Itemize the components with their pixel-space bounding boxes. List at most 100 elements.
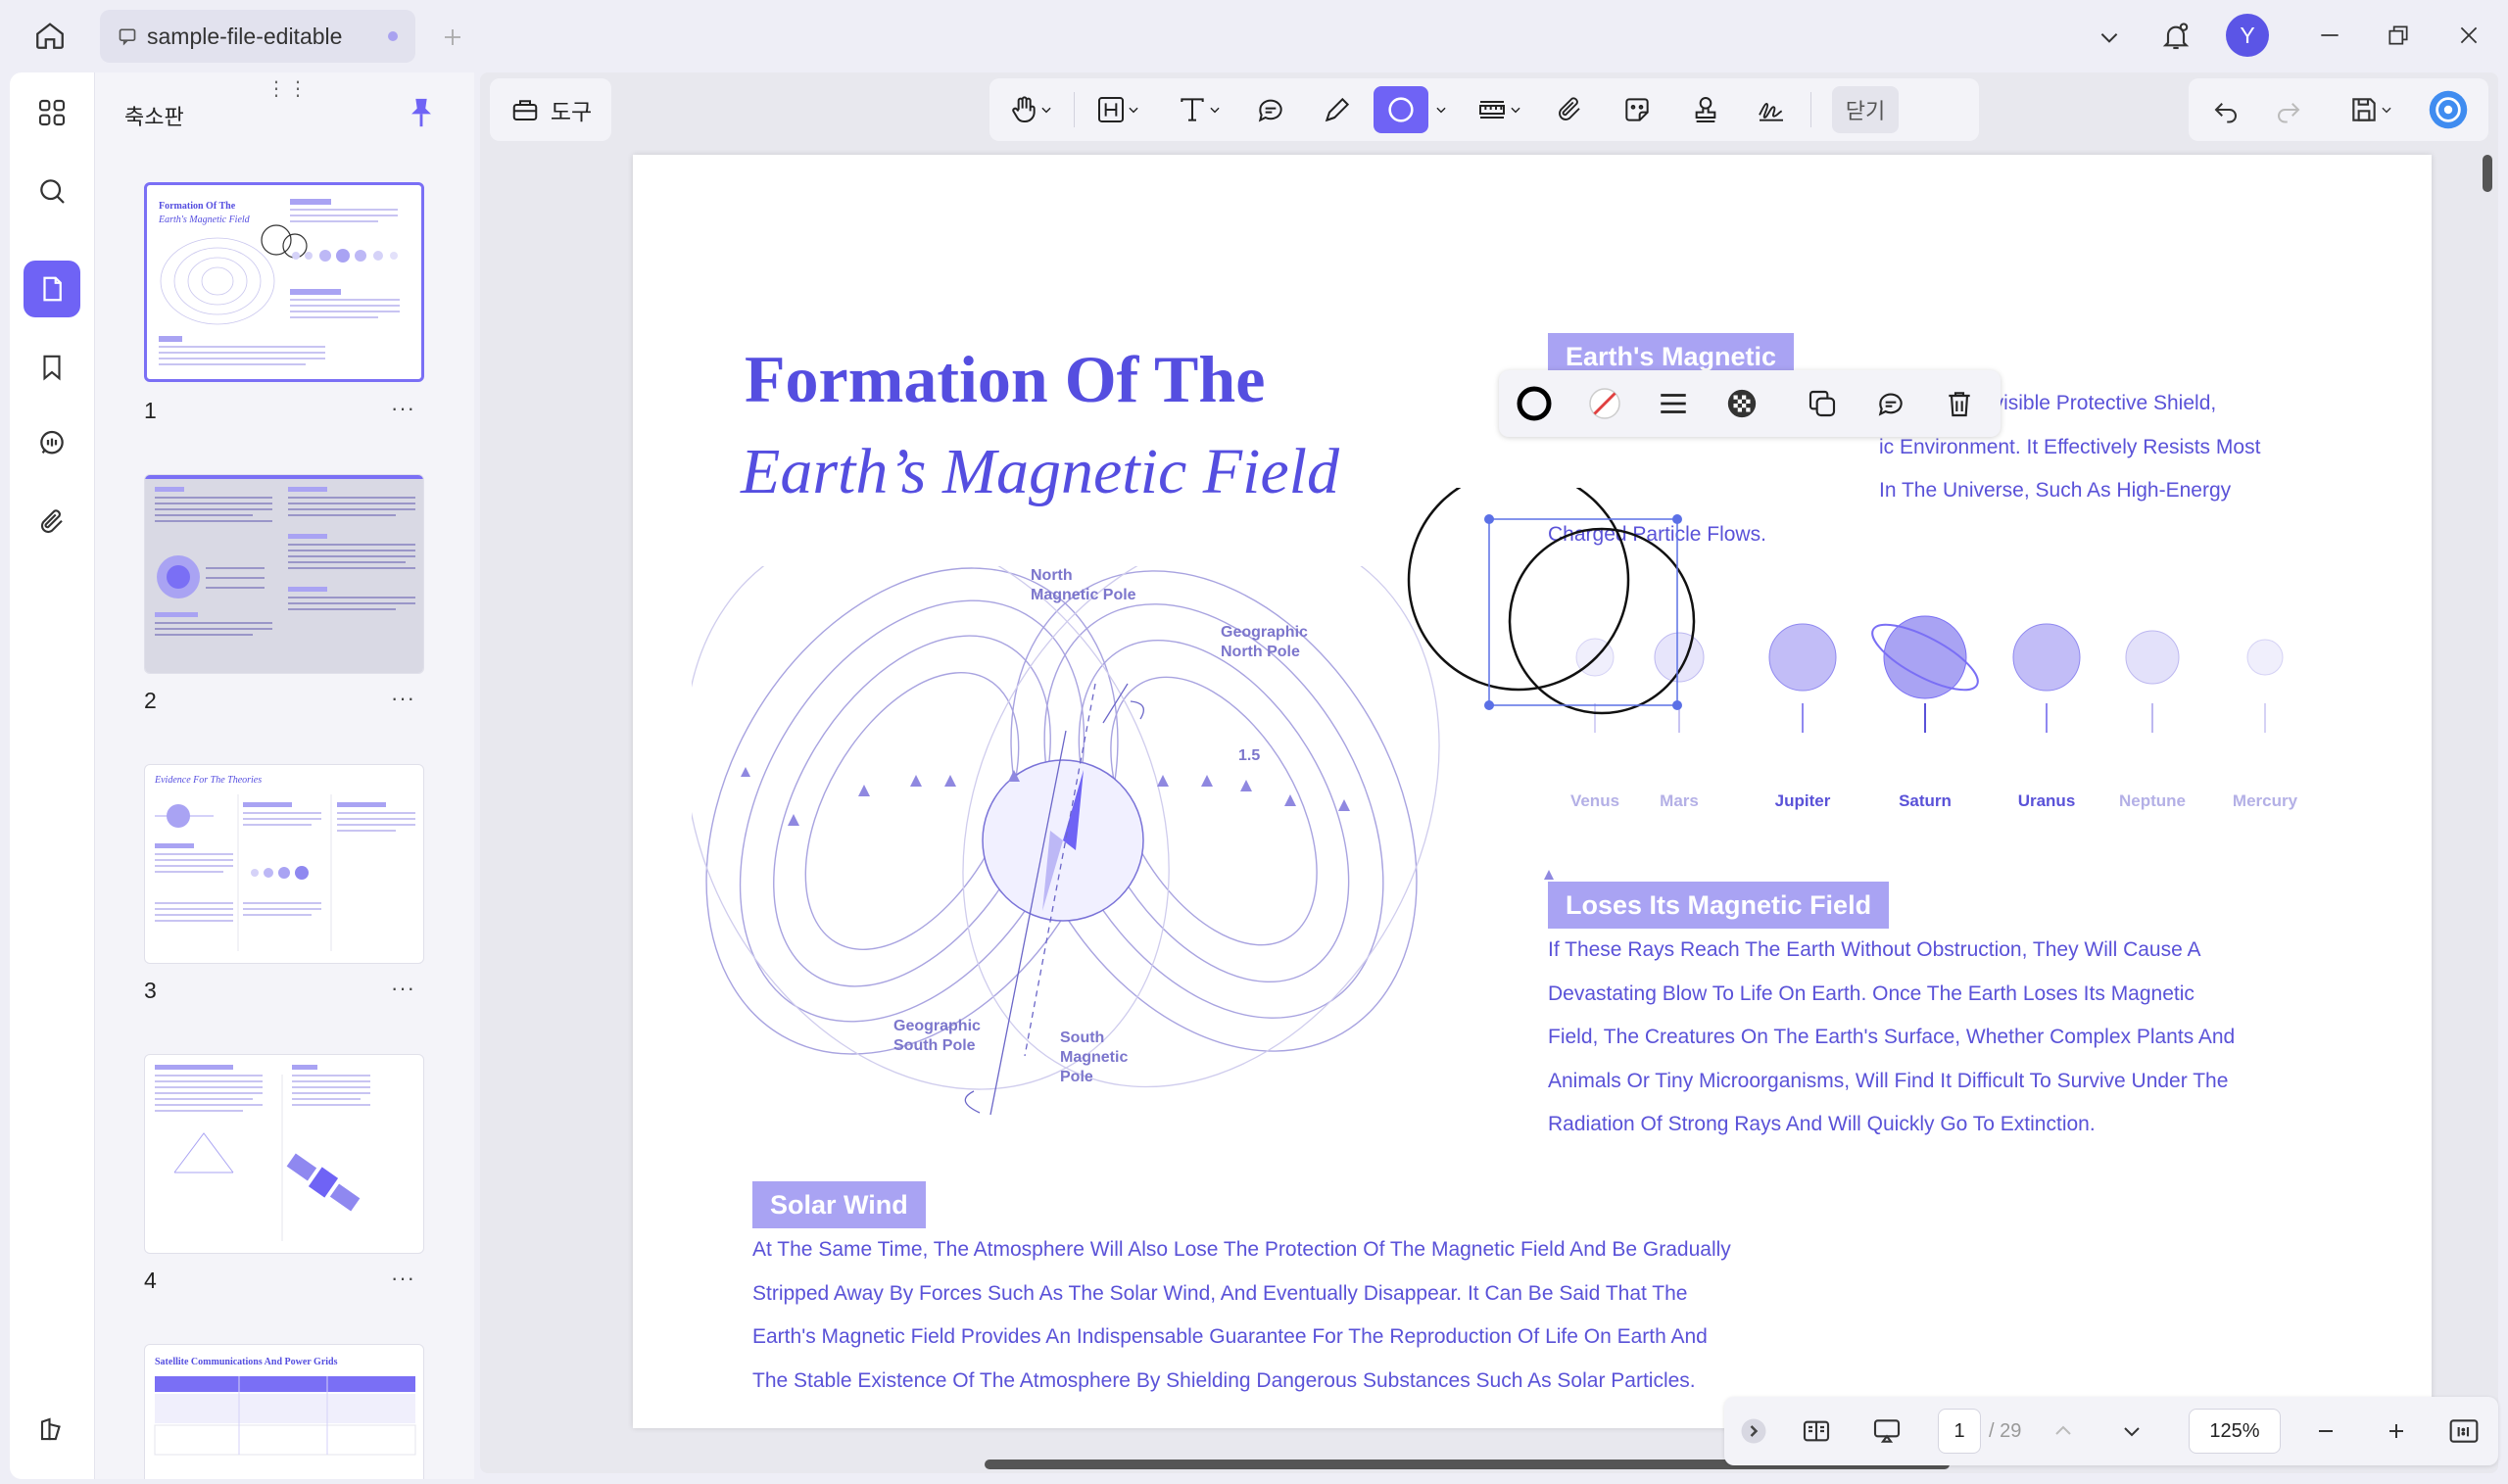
zoom-level[interactable]: 125% [2189, 1409, 2281, 1454]
zoom-in-button[interactable] [2375, 1409, 2418, 1454]
delete-button[interactable] [1936, 380, 1983, 427]
south-magnetic-pole-label: South Magnetic Pole [1060, 1029, 1129, 1085]
close-window-button[interactable] [2447, 16, 2490, 55]
close-toolbar-button[interactable]: 닫기 [1832, 86, 1899, 133]
tools-button[interactable]: 도구 [490, 78, 611, 141]
plus-icon [2389, 1424, 2403, 1438]
ai-assistant-button[interactable] [2422, 86, 2475, 133]
page-thumbnail-2[interactable] [144, 474, 424, 674]
page-more-button-4[interactable]: ··· [391, 1266, 415, 1291]
page-icon [43, 276, 62, 302]
shape-tool-button[interactable] [1374, 86, 1428, 133]
new-tab-button[interactable] [433, 18, 472, 57]
rail-bookmarks-button[interactable] [24, 339, 80, 396]
line-weight-icon [1661, 394, 1686, 413]
save-button[interactable] [2336, 86, 2406, 133]
thumb3-title: Evidence For The Theories [154, 775, 262, 786]
rail-comments-button[interactable] [24, 415, 80, 472]
signature-tool-button[interactable] [1744, 86, 1799, 133]
measure-tool-button[interactable] [1464, 86, 1534, 133]
current-page-input[interactable]: 1 [1938, 1409, 1981, 1454]
pin-panel-button[interactable] [405, 94, 440, 133]
search-icon [40, 179, 65, 204]
zoom-out-button[interactable] [2304, 1409, 2347, 1454]
bell-icon [2162, 23, 2190, 50]
text-box-icon [1098, 97, 1124, 122]
minimize-icon [2321, 34, 2339, 36]
page-thumbnail-4[interactable] [144, 1054, 424, 1254]
planet-label-neptune: Neptune [2119, 791, 2186, 810]
rail-thumbnails-button[interactable] [24, 261, 80, 317]
planet-label-mercury: Mercury [2232, 791, 2298, 810]
pencil-tool-button[interactable] [1313, 86, 1362, 133]
shape-options-dropdown[interactable] [1430, 86, 1452, 133]
minus-icon [2319, 1430, 2333, 1432]
rail-organize-button[interactable] [24, 84, 80, 141]
opacity-icon [1727, 389, 1757, 418]
signature-icon [1759, 103, 1783, 121]
page-thumbnail-5[interactable]: Satellite Communications And Power Grids [144, 1344, 424, 1479]
planet-label-saturn: Saturn [1899, 791, 1952, 810]
page-more-button-3[interactable]: ··· [391, 976, 415, 1001]
chevron-down-icon [1129, 107, 1138, 114]
presentation-button[interactable] [1861, 1409, 1912, 1454]
geographic-north-pole-label: Geographic North Pole [1221, 624, 1308, 660]
page-thumbnail-1[interactable]: Formation Of The Earth's Magnetic Field [144, 182, 424, 382]
actual-size-button[interactable] [2441, 1409, 2486, 1454]
chevron-down-icon [2124, 1427, 2140, 1437]
rail-attachments-button[interactable] [24, 494, 80, 551]
sticker-tool-button[interactable] [1613, 86, 1662, 133]
undo-button[interactable] [2202, 86, 2249, 133]
sticker-icon [1625, 98, 1649, 121]
rail-theme-button[interactable] [24, 1401, 80, 1458]
home-button[interactable] [27, 16, 72, 55]
pdf-page[interactable]: Formation Of The Earth’s Magnetic Field [633, 155, 2432, 1428]
solar-wind-paragraph: At The Same Time, The Atmosphere Will Al… [752, 1238, 1731, 1392]
page-more-button-1[interactable]: ··· [391, 396, 415, 421]
angle-label: 1.5 [1238, 747, 1260, 764]
opacity-button[interactable] [1718, 380, 1765, 427]
stroke-color-button[interactable] [1511, 380, 1558, 427]
vertical-scrollbar[interactable] [2483, 155, 2492, 192]
stamp-tool-button[interactable] [1681, 86, 1730, 133]
page-more-button-2[interactable]: ··· [391, 686, 415, 711]
thumbnail-5-preview: Satellite Communications And Power Grids [154, 1357, 416, 1456]
duplicate-button[interactable] [1799, 380, 1846, 427]
loses-magnetic-field-heading: Loses Its Magnetic Field [1548, 882, 1890, 929]
title-bar: sample-file-editable Y [0, 0, 2508, 71]
panel-title: 축소판 [124, 105, 184, 129]
tabs-dropdown-button[interactable] [2087, 18, 2132, 57]
ai-assistant-icon [2429, 90, 2468, 129]
paperclip-icon [40, 509, 63, 534]
drawn-circle-annotations[interactable] [1319, 488, 1809, 782]
unsaved-dot [388, 31, 398, 41]
notifications-button[interactable] [2153, 14, 2198, 59]
left-rail [10, 72, 94, 1479]
user-avatar[interactable]: Y [2226, 14, 2269, 57]
text-tool-button[interactable] [1164, 86, 1234, 133]
minimize-button[interactable] [2308, 16, 2351, 55]
hand-tool-button[interactable] [999, 86, 1062, 133]
copy-icon [1809, 390, 1836, 417]
comment-tool-button[interactable] [1246, 86, 1295, 133]
panel-resize-grip[interactable]: ⋮⋮ [266, 76, 310, 101]
rail-search-button[interactable] [24, 163, 80, 219]
previous-page-button[interactable] [2044, 1409, 2083, 1454]
thumbnail-1-preview: Formation Of The Earth's Magnetic Field [158, 199, 400, 365]
text-icon [1181, 98, 1204, 121]
highlight-tool-button[interactable] [1085, 86, 1150, 133]
redo-button[interactable] [2265, 86, 2312, 133]
add-comment-button[interactable] [1867, 380, 1914, 427]
restore-icon [2388, 25, 2408, 45]
fill-color-button[interactable] [1581, 380, 1628, 427]
page-thumbnail-3[interactable]: Evidence For The Theories [144, 764, 424, 964]
chevron-down-icon [1210, 107, 1220, 114]
page-layout-button[interactable] [1793, 1409, 1840, 1454]
restore-button[interactable] [2377, 16, 2420, 55]
document-tab[interactable]: sample-file-editable [100, 10, 415, 63]
bookmark-icon [43, 355, 61, 381]
line-weight-button[interactable] [1650, 380, 1697, 427]
collapse-nav-button[interactable] [1732, 1409, 1775, 1454]
attach-tool-button[interactable] [1546, 86, 1593, 133]
next-page-button[interactable] [2112, 1409, 2151, 1454]
